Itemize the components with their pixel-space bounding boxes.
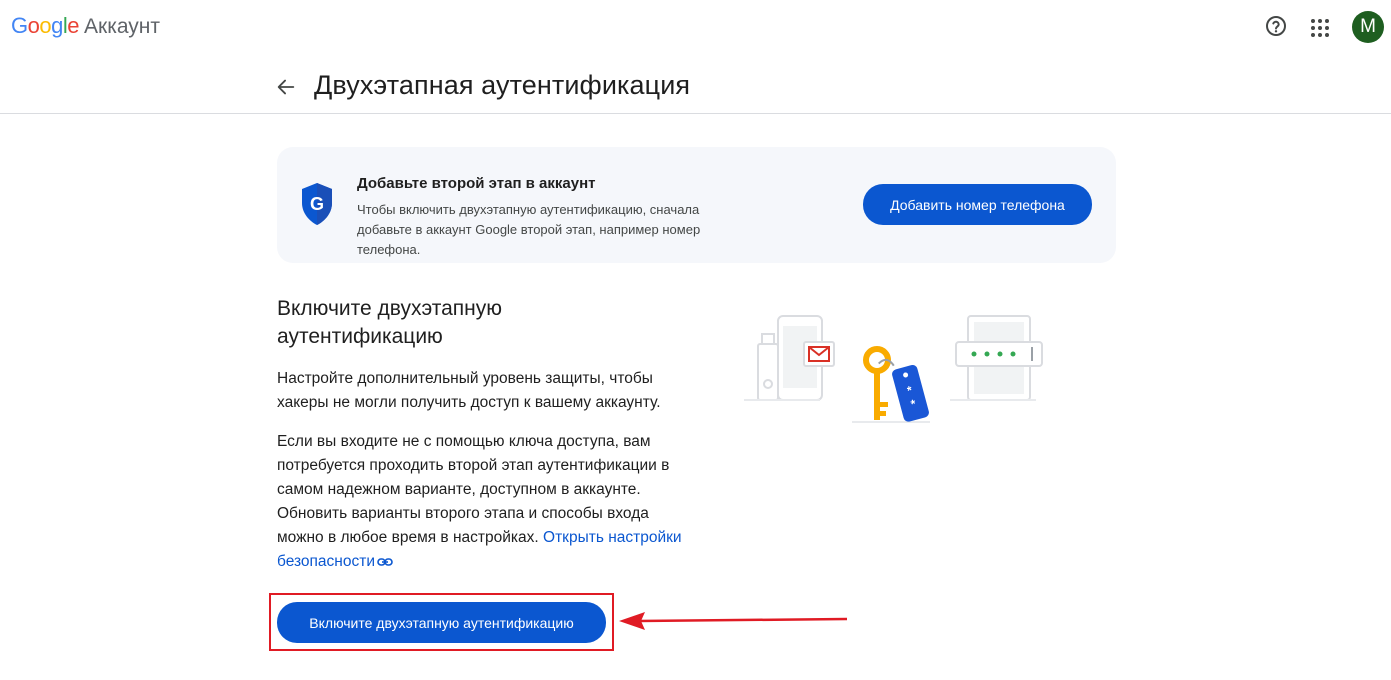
mail-icon <box>803 341 835 367</box>
enable-two-step-button[interactable]: Включите двухэтапную аутентификацию <box>277 602 606 643</box>
logo-letter: o <box>27 13 40 38</box>
top-bar: Google Аккаунт M <box>0 0 1391 56</box>
link-icon <box>377 558 393 566</box>
logo-letter: o <box>39 13 52 38</box>
add-second-step-banner: G Добавьте второй этап в аккаунт Чтобы в… <box>277 147 1116 263</box>
google-account-logo[interactable]: Google Аккаунт <box>11 13 160 39</box>
section-title: Включите двухэтапную аутентификацию <box>277 297 503 348</box>
details-paragraph: Если вы входите не с помощью ключа досту… <box>277 430 697 574</box>
product-name: Аккаунт <box>84 15 161 38</box>
banner-title: Добавьте второй этап в аккаунт <box>357 175 596 192</box>
account-avatar[interactable]: M <box>1352 11 1384 43</box>
page-title: Двухэтапная аутентификация <box>314 70 691 100</box>
page-header: Двухэтапная аутентификация <box>0 56 1391 114</box>
google-wordmark: Google <box>11 13 80 39</box>
logo-letter: e <box>67 13 80 38</box>
google-shield-icon: G <box>302 183 332 225</box>
add-phone-number-button[interactable]: Добавить номер телефона <box>863 184 1092 225</box>
arrow-back-icon[interactable] <box>275 76 297 98</box>
banner-text: Чтобы включить двухэтапную аутентификаци… <box>357 202 701 257</box>
security-keys-illustration: * * <box>744 315 1043 423</box>
apps-grid-icon[interactable] <box>1308 16 1332 40</box>
annotation-arrow-icon <box>619 612 848 630</box>
password-device-illustration <box>950 315 1043 401</box>
logo-letter: g <box>51 13 63 38</box>
help-icon[interactable] <box>1264 14 1288 38</box>
description-paragraph: Настройте дополнительный уровень защиты,… <box>277 370 661 411</box>
svg-text:G: G <box>310 194 324 214</box>
logo-letter: G <box>11 13 28 38</box>
